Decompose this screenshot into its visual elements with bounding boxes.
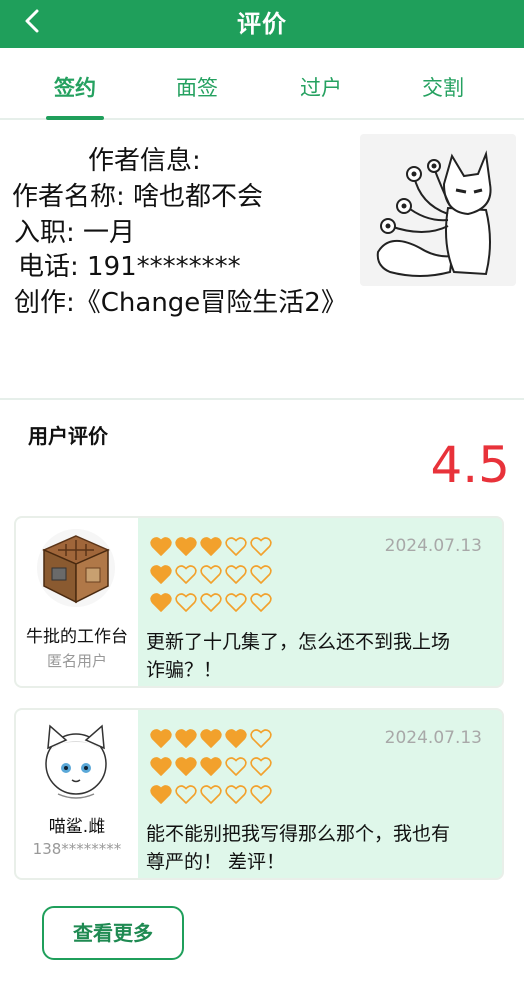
review-comment-line: 能不能别把我写得那么那个，我也有 [146,823,451,845]
heart-outline-icon [225,593,247,612]
heart-outline-icon [200,565,222,584]
reviewer-subtitle: 匿名用户 [46,652,107,670]
heart-outline-icon [225,757,247,776]
heart-outline-icon [225,537,247,556]
heart-filled-icon [200,537,222,556]
crafting-table-avatar[interactable] [36,528,116,608]
reviewer-subtitle: 138******** [32,840,122,858]
author-name: 作者名称: 啥也都不会 [12,182,264,212]
author-phone: 电话: 191******** [18,252,241,282]
cat-girl-avatar[interactable] [36,718,116,802]
heart-outline-icon [250,757,272,776]
heart-rating-row [150,536,272,556]
review-comment-line: 诈骗？！ [146,659,223,681]
heart-filled-icon [150,565,172,584]
tab-settlement[interactable]: 交割 [388,72,498,102]
author-avatar [360,134,516,286]
view-more-button[interactable]: 查看更多 [42,906,184,960]
heart-rating-row [150,756,272,776]
heart-outline-icon [175,785,197,804]
heart-rating-row [150,784,272,804]
heart-outline-icon [250,593,272,612]
reviewer-panel: 喵鲨.雌 138******** [16,710,138,878]
heart-rating-row [150,728,272,748]
heart-outline-icon [175,565,197,584]
reviews-title: 用户评价 [28,424,108,448]
heart-filled-icon [150,537,172,556]
heart-filled-icon [150,729,172,748]
heart-filled-icon [175,537,197,556]
heart-outline-icon [225,565,247,584]
review-comment-line: 尊严的！ 差评！ [146,851,286,873]
heart-outline-icon [175,593,197,612]
heart-outline-icon [200,785,222,804]
author-join-date: 入职: 一月 [14,218,136,248]
author-heading: 作者信息: [88,146,201,176]
heart-filled-icon [150,757,172,776]
review-comment: 更新了十几集了，怎么还不到我上场 诈骗？！ [146,628,502,684]
author-work: 创作:《Change冒险生活2》 [14,288,347,318]
top-bar: 评价 [0,0,524,48]
heart-filled-icon [175,729,197,748]
tab-interview[interactable]: 面签 [142,72,252,102]
heart-filled-icon [175,757,197,776]
heart-filled-icon [150,593,172,612]
tab-signing[interactable]: 签约 [20,72,130,102]
review-page: 评价 签约 面签 过户 交割 作者信息: 作者名称: 啥也都不会 入职: 一月 … [0,0,524,996]
review-comment: 能不能别把我写得那么那个，我也有 尊严的！ 差评！ [146,820,502,876]
review-date: 2024.07.13 [384,728,482,748]
heart-filled-icon [200,757,222,776]
heart-outline-icon [250,537,272,556]
heart-rating-row [150,564,272,584]
heart-filled-icon [150,785,172,804]
heart-filled-icon [200,729,222,748]
author-info-section: 作者信息: 作者名称: 啥也都不会 入职: 一月 电话: 191********… [0,122,524,400]
overall-rating: 4.5 [430,436,510,494]
heart-outline-icon [250,785,272,804]
heart-outline-icon [250,729,272,748]
heart-outline-icon [250,565,272,584]
heart-rating-row [150,592,272,612]
review-card: 喵鲨.雌 138******** 2024.07.13 能不能别把我写得那么那个… [14,708,504,880]
tab-bar: 签约 面签 过户 交割 [0,48,524,120]
active-tab-indicator [46,116,104,120]
page-title: 评价 [237,10,287,38]
review-comment-line: 更新了十几集了，怎么还不到我上场 [146,631,451,653]
review-card: 牛批的工作台 匿名用户 2024.07.13 更新了十几集了，怎么还不到我上场 … [14,516,504,688]
heart-filled-icon [225,729,247,748]
heart-outline-icon [200,593,222,612]
reviewer-panel: 牛批的工作台 匿名用户 [16,518,138,686]
reviewer-name: 喵鲨.雌 [48,817,106,837]
tab-transfer[interactable]: 过户 [266,72,376,102]
heart-outline-icon [225,785,247,804]
review-date: 2024.07.13 [384,536,482,556]
reviewer-name: 牛批的工作台 [26,627,128,647]
